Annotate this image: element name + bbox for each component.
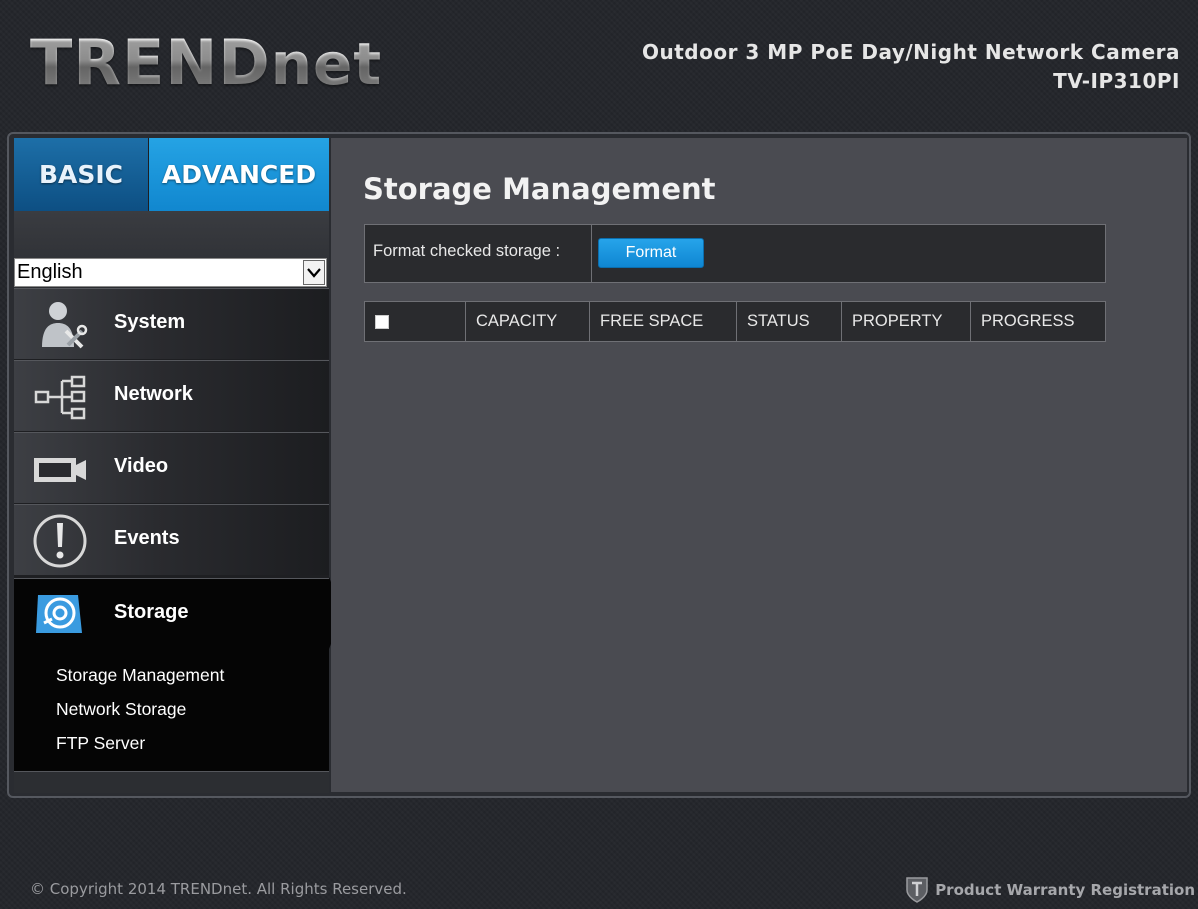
events-alert-icon — [32, 513, 88, 569]
sidebar-item-network[interactable]: Network — [14, 360, 329, 431]
tab-advanced[interactable]: ADVANCED — [149, 138, 329, 211]
submenu-network-storage[interactable]: Network Storage — [56, 699, 186, 720]
format-divider — [591, 225, 592, 282]
network-tree-icon — [32, 369, 88, 425]
sidebar-item-label: Storage — [114, 601, 189, 623]
submenu-storage-management[interactable]: Storage Management — [56, 665, 224, 686]
language-select[interactable]: English — [14, 258, 327, 287]
system-tools-icon — [32, 297, 88, 353]
column-header-property: PROPERTY — [841, 302, 970, 341]
logo-suffix-text: net — [270, 30, 383, 98]
select-all-checkbox[interactable] — [375, 315, 389, 329]
format-button-label: Format — [625, 244, 677, 261]
product-model: TV-IP310PI — [1053, 69, 1180, 93]
logo-main-text: TREND — [30, 26, 271, 99]
column-header-free-space: FREE SPACE — [589, 302, 736, 341]
sidebar-item-label: System — [114, 311, 186, 333]
sidebar-item-events[interactable]: Events — [14, 504, 329, 575]
sidebar-item-video[interactable]: Video — [14, 432, 329, 503]
sidebar-item-system[interactable]: System — [14, 288, 329, 359]
warranty-label: Product Warranty Registration — [935, 881, 1195, 899]
main-content: Storage Management Format checked storag… — [331, 138, 1187, 792]
storage-disk-icon — [34, 587, 86, 639]
tab-basic[interactable]: BASIC — [14, 138, 148, 211]
column-header-status: STATUS — [736, 302, 841, 341]
sidebar-item-label: Network — [114, 383, 193, 405]
format-button[interactable]: Format — [598, 238, 704, 268]
sidebar-item-label: Events — [114, 527, 180, 549]
sidebar-item-label: Video — [114, 455, 169, 477]
tab-basic-label: BASIC — [38, 160, 124, 189]
column-header-progress: PROGRESS — [970, 302, 1105, 341]
format-label: Format checked storage : — [373, 242, 561, 260]
page-title: Storage Management — [363, 172, 716, 206]
warranty-shield-icon — [905, 876, 929, 904]
chevron-down-icon[interactable] — [303, 260, 325, 285]
product-header: Outdoor 3 MP PoE Day/Night Network Camer… — [642, 38, 1180, 96]
sidebar-footer-strip — [14, 771, 329, 793]
sidebar-item-storage[interactable]: Storage Storage Management Network Stora… — [14, 578, 329, 771]
tab-advanced-label: ADVANCED — [161, 160, 317, 189]
sidebar: BASIC ADVANCED English System Network Vi… — [14, 138, 329, 793]
storage-table-header: CAPACITY FREE SPACE STATUS PROPERTY PROG… — [364, 301, 1106, 342]
copyright-text: © Copyright 2014 TRENDnet. All Rights Re… — [30, 880, 407, 898]
format-panel: Format checked storage : Format — [364, 224, 1106, 283]
submenu-ftp-server[interactable]: FTP Server — [56, 733, 145, 754]
column-header-capacity: CAPACITY — [465, 302, 589, 341]
trendnet-logo: TRENDnet — [30, 28, 382, 99]
video-camera-icon — [32, 441, 88, 497]
warranty-registration-link[interactable]: Product Warranty Registration — [905, 875, 1195, 905]
language-select-value: English — [17, 261, 83, 283]
product-title: Outdoor 3 MP PoE Day/Night Network Camer… — [642, 40, 1180, 64]
